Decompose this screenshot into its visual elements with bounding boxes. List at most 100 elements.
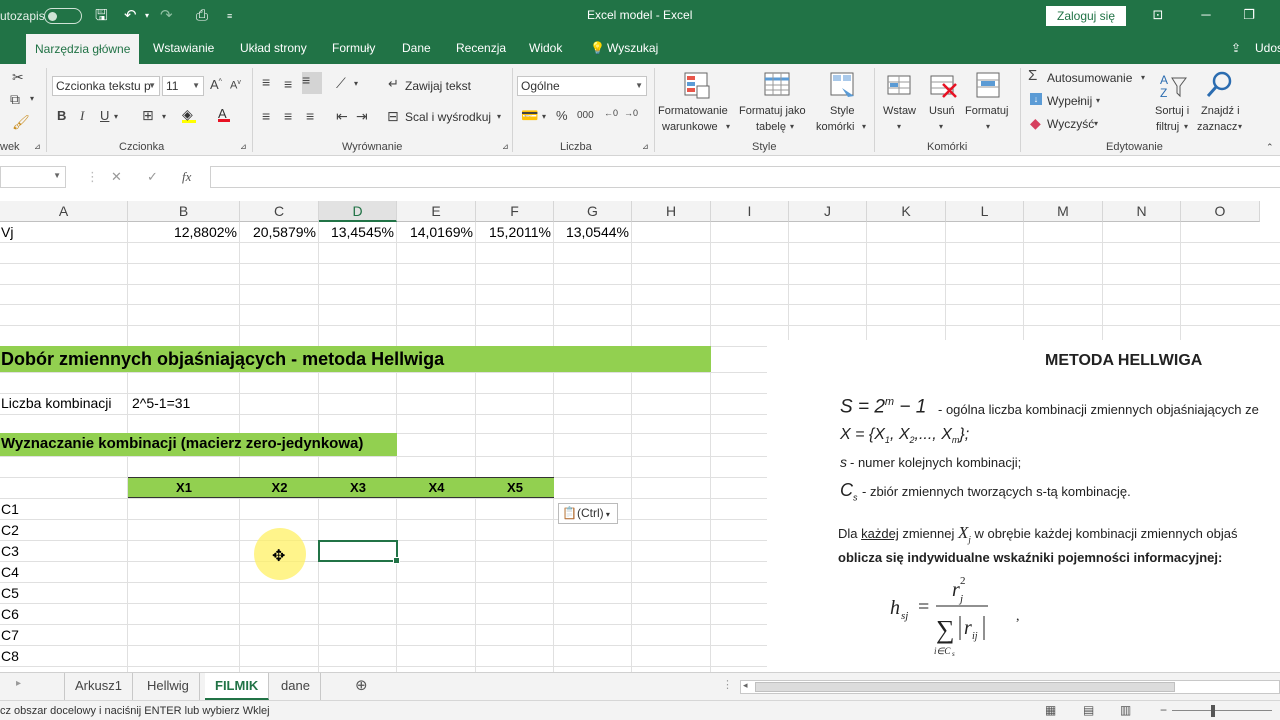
variable-header-cell[interactable]: X3 — [319, 478, 397, 498]
column-header-c[interactable]: C — [240, 201, 319, 222]
insert-function-icon[interactable]: fx — [182, 169, 191, 185]
combination-row-label[interactable]: C6 — [1, 604, 19, 624]
combination-row-label[interactable]: C4 — [1, 562, 19, 582]
customize-qat-icon[interactable]: ≡ — [227, 6, 232, 26]
combination-row-label[interactable]: C7 — [1, 625, 19, 645]
column-header-k[interactable]: K — [867, 201, 946, 222]
eraser-icon[interactable]: ◆ — [1030, 115, 1041, 132]
orientation-dropdown-icon[interactable]: ▾ — [354, 79, 358, 88]
zoom-out-icon[interactable]: − — [1160, 703, 1167, 717]
find-select-label-2[interactable]: zaznacz — [1197, 121, 1237, 133]
borders-dropdown-icon[interactable]: ▾ — [162, 112, 166, 121]
cancel-icon[interactable]: ✕ — [111, 169, 122, 185]
paste-options-button[interactable]: 📋(Ctrl) ▾ — [558, 503, 618, 524]
find-select-label-1[interactable]: Znajdź i — [1201, 105, 1240, 117]
increase-indent-icon[interactable]: ⇥ — [356, 108, 368, 125]
vj-value-cell[interactable]: 14,0169% — [397, 222, 473, 242]
name-box[interactable]: ▼ — [0, 166, 66, 188]
number-format-combo[interactable]: Ogólne ▼ — [517, 76, 647, 96]
column-header-n[interactable]: N — [1103, 201, 1181, 222]
tab-formulas[interactable]: Formuły — [332, 32, 375, 64]
page-break-view-icon[interactable]: ▥ — [1120, 703, 1131, 717]
format-as-table-dropdown-icon[interactable]: ▾ — [790, 122, 794, 131]
copy-dropdown-icon[interactable]: ▾ — [30, 94, 34, 103]
selected-cell-d17[interactable] — [318, 540, 400, 564]
insert-cells-button[interactable]: Wstaw — [883, 105, 916, 117]
italic-icon[interactable]: I — [80, 108, 84, 124]
decrease-indent-icon[interactable]: ⇤ — [336, 108, 348, 125]
tab-home[interactable]: Narzędzia główne — [26, 34, 140, 64]
section-title[interactable]: Dobór zmiennych objaśniających - metoda … — [1, 348, 444, 370]
normal-view-icon[interactable]: ▦ — [1045, 703, 1056, 717]
column-header-g[interactable]: G — [554, 201, 632, 222]
font-launcher-icon[interactable]: ⊿ — [240, 142, 247, 151]
save-icon[interactable]: 🖫 — [95, 6, 108, 26]
align-bottom-icon[interactable]: ≡ — [302, 72, 322, 94]
combination-row-label[interactable]: C5 — [1, 583, 19, 603]
font-size-combo[interactable]: 11 ▼ — [162, 76, 204, 96]
variable-header-cell[interactable]: X5 — [476, 478, 554, 498]
align-middle-icon[interactable]: ≡ — [284, 76, 292, 92]
enter-icon[interactable]: ✓ — [147, 169, 158, 185]
minimize-icon[interactable]: ─ — [1198, 7, 1214, 23]
column-header-f[interactable]: F — [476, 201, 554, 222]
underline-icon[interactable]: U — [100, 108, 109, 123]
number-launcher-icon[interactable]: ⊿ — [642, 142, 649, 151]
thousands-icon[interactable]: 000 — [577, 110, 594, 121]
undo-dropdown-icon[interactable]: ▾ — [145, 6, 149, 26]
format-as-table-label-2[interactable]: tabelę — [756, 121, 786, 133]
delete-cells-button[interactable]: Usuń — [929, 105, 955, 117]
column-header-h[interactable]: H — [632, 201, 711, 222]
column-header-d[interactable]: D — [319, 201, 397, 222]
column-header-a[interactable]: A — [0, 201, 128, 222]
combos-label[interactable]: Liczba kombinacji — [1, 393, 112, 413]
combination-row-label[interactable]: C3 — [1, 541, 19, 561]
align-left-icon[interactable]: ≡ — [262, 108, 270, 124]
undo-icon[interactable]: ↶ — [124, 6, 137, 26]
currency-dropdown-icon[interactable]: ▾ — [542, 112, 546, 121]
matrix-title[interactable]: Wyznaczanie kombinacji (macierz zero-jed… — [1, 434, 363, 454]
cell-a2-vj[interactable]: Vj — [1, 222, 13, 242]
ribbon-display-icon[interactable]: ⊡ — [1150, 7, 1166, 23]
format-as-table-label-1[interactable]: Formatuj jako — [739, 105, 806, 117]
vj-value-cell[interactable]: 15,2011% — [476, 222, 551, 242]
hellwig-method-image[interactable]: METODA HELLWIGA S = 2m − 1 - ogólna licz… — [768, 340, 1280, 672]
variable-header-cell[interactable]: X1 — [128, 478, 240, 498]
combination-row-label[interactable]: C2 — [1, 520, 19, 540]
fill-dropdown-icon[interactable]: ▾ — [1096, 96, 1100, 105]
clear-dropdown-icon[interactable]: ▾ — [1094, 119, 1098, 128]
tab-review[interactable]: Recenzja — [456, 32, 506, 64]
combos-value[interactable]: 2^5-1=31 — [132, 393, 190, 413]
tab-view[interactable]: Widok — [529, 32, 562, 64]
decrease-decimal-icon[interactable]: →0 — [624, 108, 638, 118]
page-layout-view-icon[interactable]: ▤ — [1083, 703, 1094, 717]
column-header-m[interactable]: M — [1024, 201, 1103, 222]
column-header-j[interactable]: J — [789, 201, 867, 222]
tab-split-grip-icon[interactable]: ⋮ — [722, 678, 733, 691]
zoom-slider-thumb[interactable] — [1211, 705, 1215, 717]
borders-icon[interactable]: ⊞ — [142, 107, 154, 124]
format-cells-dropdown-icon[interactable]: ▾ — [986, 122, 990, 131]
sort-filter-dropdown-icon[interactable]: ▾ — [1184, 122, 1188, 131]
merge-center-button[interactable]: Scal i wyśrodkuj — [405, 110, 491, 124]
combination-row-label[interactable]: C8 — [1, 646, 19, 666]
cut-icon[interactable]: ✂ — [12, 69, 24, 86]
variable-header-cell[interactable]: X2 — [240, 478, 319, 498]
add-sheet-icon[interactable]: ⊕ — [355, 676, 368, 694]
font-name-combo[interactable]: Czcionka tekstu p ▼ — [52, 76, 160, 96]
tab-search[interactable]: Wyszukaj — [607, 32, 658, 64]
align-center-icon[interactable]: ≡ — [284, 108, 292, 124]
autosum-icon[interactable]: Σ — [1028, 67, 1037, 84]
cell-styles-label-2[interactable]: komórki — [816, 121, 855, 133]
print-preview-icon[interactable]: ⎙ — [196, 6, 208, 26]
fill-color-icon[interactable]: ◈ — [182, 106, 196, 123]
formula-input[interactable] — [210, 166, 1280, 188]
signin-button[interactable]: Zaloguj się — [1046, 6, 1126, 26]
increase-decimal-icon[interactable]: ←0 — [604, 108, 618, 118]
autosum-button[interactable]: Autosumowanie — [1047, 71, 1132, 85]
merge-dropdown-icon[interactable]: ▾ — [497, 112, 501, 121]
cell-styles-label-1[interactable]: Style — [830, 105, 854, 117]
scroll-tabs-left-icon[interactable]: ▸ — [16, 678, 21, 689]
horizontal-scroll-thumb[interactable] — [755, 682, 1175, 692]
bold-icon[interactable]: B — [57, 108, 66, 123]
